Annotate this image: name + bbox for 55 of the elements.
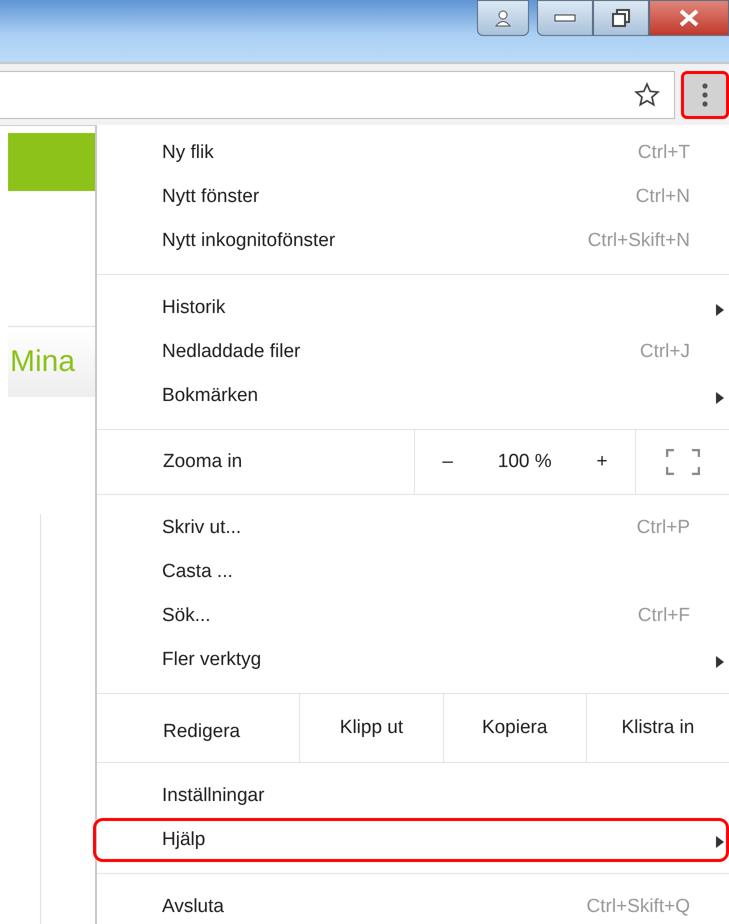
shortcut-label: Ctrl+T <box>638 142 690 164</box>
menu-item[interactable]: Nytt fönster Ctrl+N <box>93 175 729 219</box>
menu-item-label: Casta ... <box>162 561 234 583</box>
menu-item[interactable]: Nytt inkognitofönster Ctrl+Skift+N <box>93 219 729 263</box>
shortcut-label: Ctrl+P <box>636 517 690 539</box>
submenu-arrow-icon <box>716 656 724 668</box>
shortcut-label: Ctrl+Skift+Q <box>586 896 690 918</box>
zoom-out-button[interactable]: – <box>432 447 463 477</box>
menu-button[interactable] <box>681 70 729 118</box>
menu-item-label: Bokmärken <box>162 385 260 407</box>
shortcut-label: Ctrl+N <box>636 186 690 208</box>
profile-button[interactable] <box>477 0 529 36</box>
restore-icon <box>611 8 631 28</box>
menu-item[interactable]: Casta ... <box>93 550 729 594</box>
minimize-button[interactable] <box>537 0 593 36</box>
menu-item[interactable]: Historik <box>93 286 729 330</box>
menu-item-label: Historik <box>162 297 226 319</box>
menu-item-label: Inställningar <box>162 785 266 807</box>
menu-item-label: Redigera <box>162 720 242 744</box>
zoom-level: 100 % <box>498 451 552 473</box>
menu-item-label: Skriv ut... <box>162 517 242 539</box>
page-heading: Mina <box>10 345 76 379</box>
menu-item[interactable]: Nedladdade filer Ctrl+J <box>93 330 729 374</box>
zoom-in-button[interactable]: + <box>586 447 618 477</box>
menu-item-label: Ny flik <box>162 142 215 164</box>
close-icon <box>678 9 700 27</box>
shortcut-label: Ctrl+F <box>638 605 690 627</box>
shortcut-label: Ctrl+Skift+N <box>588 230 690 252</box>
shortcut-label: Ctrl+J <box>640 341 690 363</box>
person-icon <box>494 9 512 27</box>
menu-item-label: Sök... <box>162 605 212 627</box>
minimize-icon <box>554 13 576 23</box>
star-icon[interactable] <box>634 82 660 108</box>
menu-item[interactable]: Sök... Ctrl+F <box>93 594 729 638</box>
submenu-arrow-icon <box>716 392 724 404</box>
menu-item-label: Nytt fönster <box>162 186 260 208</box>
menu-item-label: Nedladdade filer <box>162 341 302 363</box>
menu-item-label: Fler verktyg <box>162 649 262 671</box>
submenu-arrow-icon <box>716 304 724 316</box>
menu-item[interactable]: Hjälp <box>93 818 729 862</box>
close-button[interactable] <box>649 0 729 36</box>
menu-icon <box>702 82 708 106</box>
menu-item-label: Zooma in <box>162 450 244 474</box>
menu-item[interactable]: Ny flik Ctrl+T <box>93 131 729 175</box>
menu-item[interactable]: Fler verktyg <box>93 638 729 682</box>
menu-item-label: Hjälp <box>162 829 206 851</box>
submenu-arrow-icon <box>716 836 724 848</box>
fullscreen-icon <box>666 449 700 475</box>
menu-item-label: Avsluta <box>162 896 225 918</box>
menu-item-label: Nytt inkognitofönster <box>162 230 336 252</box>
menu-item[interactable]: Avsluta Ctrl+Skift+Q <box>93 885 729 924</box>
menu-item[interactable]: Inställningar <box>93 774 729 818</box>
menu-item[interactable]: Skriv ut... Ctrl+P <box>93 506 729 550</box>
menu-item[interactable]: Bokmärken <box>93 374 729 418</box>
maximize-button[interactable] <box>593 0 649 36</box>
